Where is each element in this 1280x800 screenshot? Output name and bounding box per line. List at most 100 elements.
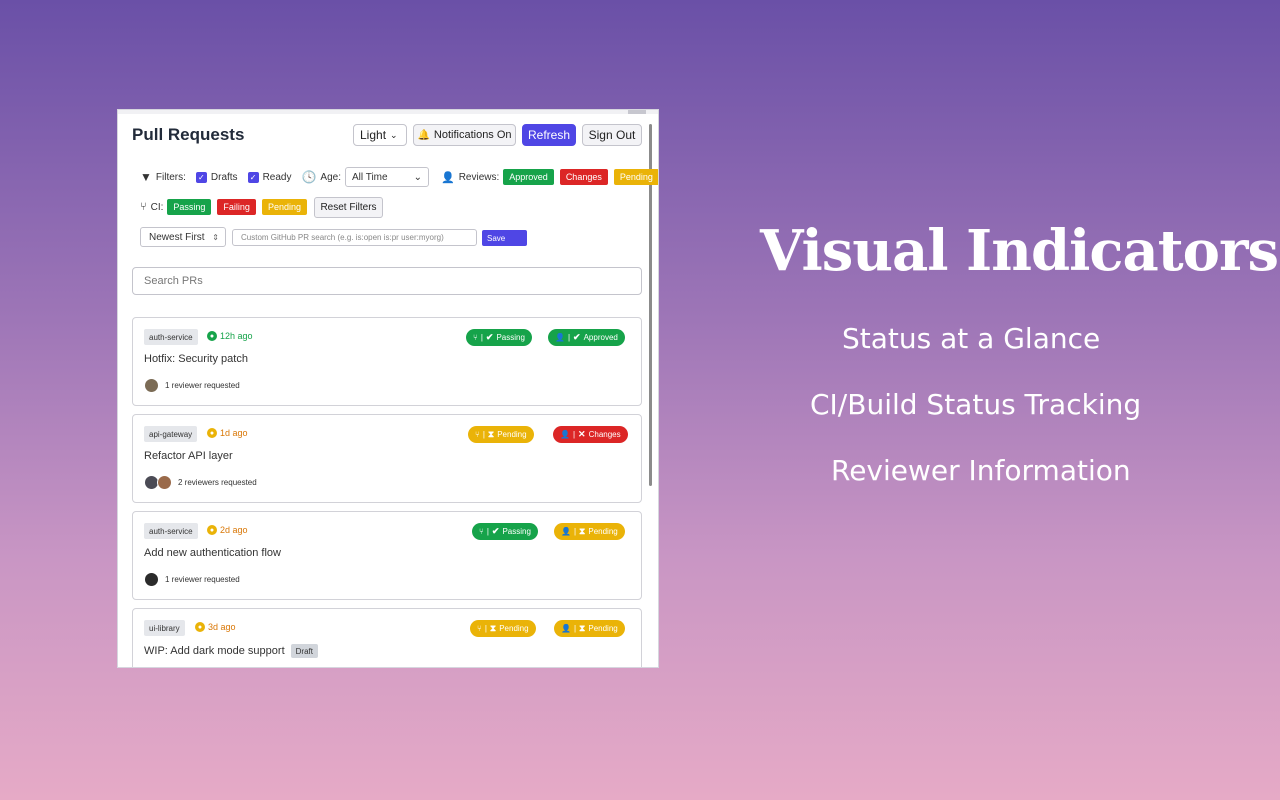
avatar [157, 475, 172, 490]
pr-title-text: WIP: Add dark mode support [144, 645, 285, 657]
save-button[interactable]: Save [482, 230, 527, 246]
search-input[interactable]: Search PRs [132, 267, 642, 295]
filters-row: ▼ Filters: ✓ Drafts ✓ Ready 🕓 Age: All T… [140, 167, 658, 187]
pr-age-text: 12h ago [220, 331, 253, 341]
pr-title-text: Add new authentication flow [144, 547, 281, 559]
check-icon: ✔ [573, 332, 581, 342]
filter-icon: ▼ [140, 170, 152, 184]
chevron-down-icon: ⌄ [413, 171, 422, 183]
ci-status-text: Pending [497, 430, 527, 439]
ci-row: ⑂ CI: Passing Failing Pending [140, 199, 307, 215]
branch-icon: ⑂ [473, 333, 478, 342]
clock-icon: ● [207, 331, 217, 341]
reviewer-icon: 👤 [561, 527, 571, 536]
review-chip-approved[interactable]: Approved [503, 169, 554, 185]
panel-top-bar [118, 110, 658, 114]
reviewer-icon: 👤 [441, 171, 455, 184]
ci-status-text: Passing [496, 333, 525, 342]
notifications-button[interactable]: 🔔 Notifications On [413, 124, 516, 146]
draft-badge: Draft [290, 644, 318, 658]
review-status-pill: 👤 | ✕ Changes [553, 426, 628, 443]
pr-title[interactable]: Hotfix: Security patch [144, 353, 248, 365]
drafts-label: Drafts [210, 171, 238, 183]
pr-card[interactable]: api-gateway ● 1d ago ⑂ | ⧗ Pending 👤 | ✕ Cha… [132, 414, 642, 503]
ci-status-text: Passing [502, 527, 531, 536]
pr-title[interactable]: Add new authentication flow [144, 547, 281, 559]
reviewers-info: 2 reviewers requested [144, 475, 257, 490]
repo-badge: auth-service [144, 329, 198, 345]
clock-icon: 🕓 [301, 170, 317, 184]
reviews-label: Reviews: [458, 171, 500, 183]
age-select[interactable]: All Time ⌄ [345, 167, 429, 187]
refresh-button[interactable]: Refresh [522, 124, 576, 146]
feature-status: Status at a Glance [842, 322, 1101, 355]
drafts-checkbox[interactable]: ✓ [195, 171, 207, 183]
x-icon: ✕ [578, 429, 586, 439]
branch-icon: ⑂ [477, 624, 482, 633]
pr-age: ● 1d ago [207, 428, 248, 438]
ci-status-pill: ⑂ | ⧗ Pending [468, 426, 534, 443]
pr-age: ● 3d ago [195, 622, 236, 632]
ci-status-pill: ⑂ | ✔ Passing [466, 329, 532, 346]
hourglass-icon: ⧗ [579, 526, 586, 536]
clock-icon: ● [207, 428, 217, 438]
ci-status-text: Pending [499, 624, 529, 633]
reviewers-text: 1 reviewer requested [165, 381, 240, 390]
sign-out-button[interactable]: Sign Out [582, 124, 642, 146]
pr-card[interactable]: auth-service ● 12h ago ⑂ | ✔ Passing 👤 | ✔ A… [132, 317, 642, 406]
reviewers-text: 2 reviewers requested [178, 478, 257, 487]
pr-age: ● 2d ago [207, 525, 248, 535]
ci-status-pill: ⑂ | ✔ Passing [472, 523, 538, 540]
pr-age-text: 1d ago [220, 428, 248, 438]
pr-title[interactable]: WIP: Add dark mode support Draft [144, 644, 318, 658]
check-icon: ✔ [485, 332, 494, 342]
reset-filters-button[interactable]: Reset Filters [314, 197, 383, 218]
review-status-text: Approved [583, 333, 618, 342]
pr-card[interactable]: ui-library ● 3d ago ⑂ | ⧗ Pending 👤 | ⧗ Pend… [132, 608, 642, 667]
ci-status-pill: ⑂ | ⧗ Pending [470, 620, 536, 637]
pr-title[interactable]: Refactor API layer [144, 450, 233, 462]
repo-badge: auth-service [144, 523, 198, 539]
review-chip-changes[interactable]: Changes [559, 169, 608, 185]
sort-icon: ⇕ [212, 232, 219, 242]
chevron-down-icon: ⌄ [390, 129, 398, 140]
hourglass-icon: ⧗ [489, 623, 497, 633]
review-chip-pending[interactable]: Pending [613, 169, 658, 185]
review-status-pill: 👤 | ⧗ Pending [554, 523, 625, 540]
sort-select[interactable]: Newest First ⇕ [140, 227, 226, 247]
ci-chip-pending[interactable]: Pending [261, 199, 307, 215]
reviewers-info: 1 reviewer requested [144, 378, 240, 393]
ready-checkbox[interactable]: ✓ [247, 171, 259, 183]
branch-icon: ⑂ [475, 430, 480, 439]
pr-title-text: Refactor API layer [144, 450, 233, 462]
pr-title-text: Hotfix: Security patch [144, 353, 248, 365]
review-status-pill: 👤 | ✔ Approved [548, 329, 625, 346]
reviewer-icon: 👤 [560, 430, 570, 439]
pr-age-text: 3d ago [208, 622, 236, 632]
review-status-pill: 👤 | ⧗ Pending [554, 620, 625, 637]
clock-icon: ● [195, 622, 205, 632]
ci-chip-failing[interactable]: Failing [217, 199, 256, 215]
theme-select-value: Light [360, 128, 387, 142]
custom-search-input[interactable]: Custom GitHub PR search (e.g. is:open is… [232, 229, 477, 246]
branch-icon: ⑂ [479, 527, 484, 536]
avatar [144, 378, 159, 393]
ci-label: CI: [150, 201, 164, 213]
repo-badge: api-gateway [144, 426, 198, 442]
age-label: Age: [320, 171, 341, 183]
repo-badge: ui-library [144, 620, 185, 636]
theme-select[interactable]: Light ⌄ [353, 124, 407, 146]
pr-card[interactable]: auth-service ● 2d ago ⑂ | ✔ Passing 👤 | ⧗ Pe… [132, 511, 642, 600]
pr-popup-panel: Pull Requests Light ⌄ 🔔 Notifications On… [117, 109, 659, 668]
branch-icon: ⑂ [140, 201, 147, 213]
reviewer-icon: 👤 [561, 624, 571, 633]
review-status-text: Pending [588, 624, 618, 633]
feature-ci: CI/Build Status Tracking [810, 388, 1142, 421]
review-status-text: Pending [588, 527, 618, 536]
reviewers-text: 1 reviewer requested [165, 575, 240, 584]
ci-chip-passing[interactable]: Passing [167, 199, 212, 215]
review-status-text: Changes [588, 430, 621, 439]
hourglass-icon: ⧗ [579, 623, 586, 633]
ready-label: Ready [262, 171, 292, 183]
hourglass-icon: ⧗ [487, 429, 495, 439]
